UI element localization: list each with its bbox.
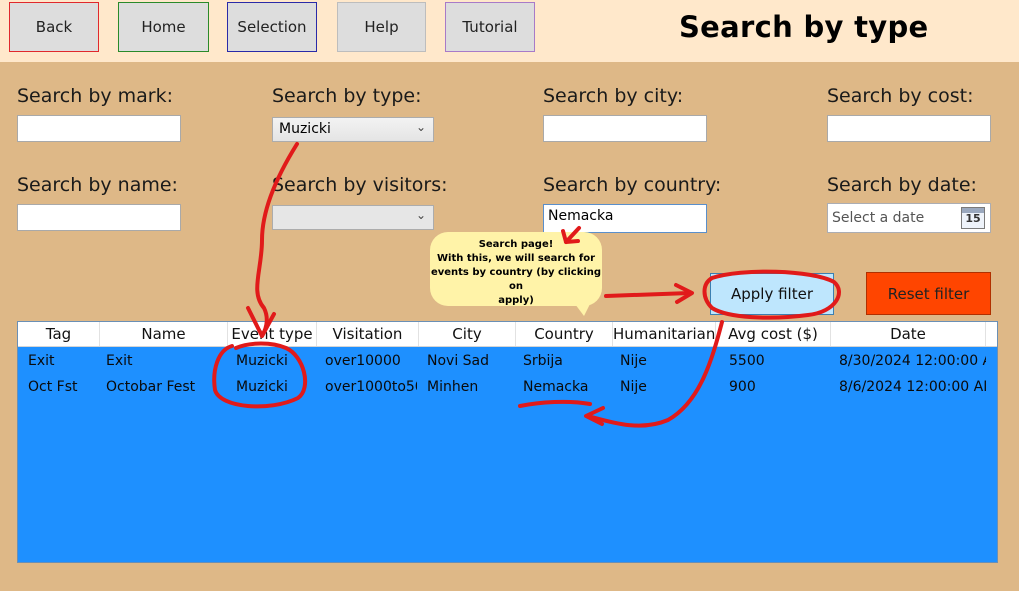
column-header-visitation[interactable]: Visitation — [317, 322, 419, 346]
cell-city: Minhen — [427, 379, 479, 395]
search-by-visitors-dropdown[interactable]: ⌄ — [272, 205, 434, 230]
type-selected-value: Muzicki — [279, 121, 331, 137]
cell-name: Octobar Fest — [106, 379, 196, 395]
search-by-cost-input[interactable] — [827, 115, 991, 142]
selection-button[interactable]: Selection — [227, 2, 317, 52]
column-header-humanitarian[interactable]: Humanitarian — [613, 322, 716, 346]
search-by-name-input[interactable] — [17, 204, 181, 231]
search-by-visitors-label: Search by visitors: — [272, 174, 448, 196]
cell-tag: Oct Fst — [28, 379, 78, 395]
callout-line-1: Search page! — [478, 239, 554, 250]
column-header-avg-cost[interactable]: Avg cost ($) — [716, 322, 831, 346]
column-header-tag[interactable]: Tag — [18, 322, 100, 346]
search-by-country-label: Search by country: — [543, 174, 722, 196]
cell-visitation: over1000to5000 — [325, 379, 417, 395]
table-row[interactable]: Exit Exit Muzicki over10000 Novi Sad Srb… — [18, 348, 997, 374]
column-header-city[interactable]: City — [419, 322, 516, 346]
search-by-country-input[interactable]: Nemacka — [543, 204, 707, 233]
cell-avg-cost: 5500 — [729, 353, 765, 369]
help-button[interactable]: Help — [337, 2, 426, 52]
table-row[interactable]: Oct Fst Octobar Fest Muzicki over1000to5… — [18, 374, 997, 400]
column-header-name[interactable]: Name — [100, 322, 228, 346]
search-by-city-input[interactable] — [543, 115, 707, 142]
cell-date: 8/30/2024 12:00:00 A — [839, 353, 986, 369]
search-by-name-label: Search by name: — [17, 174, 178, 196]
callout-line-2: With this, we will search for — [437, 253, 595, 264]
search-by-date-label: Search by date: — [827, 174, 977, 196]
cell-event-type: Muzicki — [236, 353, 288, 369]
search-by-mark-label: Search by mark: — [17, 85, 174, 107]
cell-date: 8/6/2024 12:00:00 AM — [839, 379, 986, 395]
date-placeholder: Select a date — [832, 210, 925, 226]
apply-filter-button[interactable]: Apply filter — [710, 273, 834, 315]
grid-header: Tag Name Event type Visitation City Coun… — [18, 322, 997, 347]
callout-line-3: events by country (by clicking on — [430, 267, 602, 292]
cell-tag: Exit — [28, 353, 55, 369]
callout-tail — [572, 300, 592, 316]
cell-country: Srbija — [523, 353, 563, 369]
cell-country: Nemacka — [523, 379, 589, 395]
search-by-cost-label: Search by cost: — [827, 85, 974, 107]
search-by-city-label: Search by city: — [543, 85, 684, 107]
reset-filter-button[interactable]: Reset filter — [866, 272, 991, 315]
home-button[interactable]: Home — [118, 2, 209, 52]
search-by-date-picker[interactable]: Select a date 15 — [827, 203, 991, 233]
tutorial-button[interactable]: Tutorial — [445, 2, 535, 52]
column-header-date[interactable]: Date — [831, 322, 986, 346]
tutorial-callout: Search page! With this, we will search f… — [430, 232, 602, 306]
cell-name: Exit — [106, 353, 133, 369]
arrow-callout-to-apply — [604, 291, 692, 298]
calendar-icon[interactable]: 15 — [961, 207, 985, 229]
chevron-down-icon: ⌄ — [415, 208, 426, 222]
cell-avg-cost: 900 — [729, 379, 756, 395]
cell-city: Novi Sad — [427, 353, 490, 369]
arrow-type-to-column — [255, 142, 299, 338]
search-by-mark-input[interactable] — [17, 115, 181, 142]
cell-visitation: over10000 — [325, 353, 401, 369]
events-data-grid[interactable]: Tag Name Event type Visitation City Coun… — [17, 321, 998, 563]
arrow-head-apply — [674, 283, 694, 304]
cell-event-type: Muzicki — [236, 379, 288, 395]
back-button[interactable]: Back — [9, 2, 99, 52]
cell-humanitarian: Nije — [620, 353, 647, 369]
search-by-type-dropdown[interactable]: Muzicki ⌄ — [272, 117, 434, 142]
column-header-country[interactable]: Country — [516, 322, 613, 346]
search-by-type-label: Search by type: — [272, 85, 422, 107]
page-title: Search by type — [679, 10, 929, 44]
chevron-down-icon: ⌄ — [415, 120, 426, 134]
cell-humanitarian: Nije — [620, 379, 647, 395]
column-header-event-type[interactable]: Event type — [228, 322, 317, 346]
